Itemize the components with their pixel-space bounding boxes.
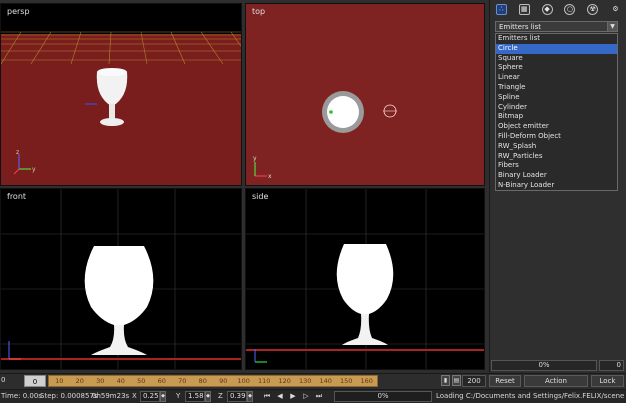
skip-end-icon[interactable]: ⏭ xyxy=(314,391,324,402)
list-item[interactable]: Binary Loader xyxy=(496,171,617,181)
timeline-icons: ▮ ▤ xyxy=(441,375,461,386)
viewport-side[interactable]: side xyxy=(245,188,485,370)
list-item[interactable]: Square xyxy=(496,54,617,64)
timeline-tick: 70 xyxy=(178,377,187,385)
status-step: Step: 0.000857s xyxy=(40,392,98,400)
timeline-tick: 30 xyxy=(96,377,105,385)
panel-progress: 0% xyxy=(491,360,597,371)
persp-scene: y z xyxy=(1,4,241,185)
axis-label-x: x xyxy=(268,173,272,180)
timeline-tick: 10 xyxy=(55,377,64,385)
grid-icon[interactable]: ▦ xyxy=(518,3,530,15)
reset-button[interactable]: Reset xyxy=(489,375,521,387)
simulation-progress: 0% xyxy=(334,391,432,402)
axis-label-y-top: y xyxy=(253,155,257,162)
realflow-app: persp y z top x y front side ∴ ▦ ◆ ○ ☢ ⚙… xyxy=(0,0,626,403)
y-label: Y xyxy=(176,392,181,400)
emitters-dropdown[interactable]: Emitters list ▼ xyxy=(495,21,618,32)
timeline-tick: 80 xyxy=(198,377,207,385)
list-item[interactable]: Emitters list xyxy=(496,34,617,44)
timeline-tick: 50 xyxy=(137,377,146,385)
list-item[interactable]: Bitmap xyxy=(496,112,617,122)
axis-label-z: z xyxy=(16,149,19,156)
glass-side xyxy=(336,244,394,345)
x-spinner-icon[interactable]: ◆ xyxy=(160,391,166,402)
timeline-tick: 110 xyxy=(258,377,271,385)
key-icon[interactable]: ▮ xyxy=(441,375,450,386)
z-field[interactable]: 0.39 xyxy=(227,391,247,402)
skip-start-icon[interactable]: ⏮ xyxy=(262,391,272,402)
x-label: X xyxy=(132,392,137,400)
status-elapsed: 0h59m23s xyxy=(92,392,130,400)
front-scene xyxy=(1,189,241,369)
viewport-label-persp: persp xyxy=(7,7,30,16)
timeline-tick: 60 xyxy=(157,377,166,385)
end-frame-field[interactable]: 200 xyxy=(462,375,486,387)
list-item[interactable]: Fibers xyxy=(496,161,617,171)
viewport-label-side: side xyxy=(252,192,269,201)
viewport-label-top: top xyxy=(252,7,266,16)
axis-gizmo-top xyxy=(254,162,267,177)
radiation-icon[interactable]: ☢ xyxy=(587,3,599,15)
glass-front xyxy=(84,246,154,355)
timeline-tick: 20 xyxy=(75,377,84,385)
timeline-track[interactable]: 10 20 30 40 50 60 70 80 90 100 110 120 130 140 150 160 xyxy=(48,375,378,387)
film-icon[interactable]: ▤ xyxy=(452,375,461,386)
x-field[interactable]: 0.25 xyxy=(140,391,160,402)
panel-count-field[interactable]: 0 xyxy=(599,360,624,371)
status-message: Loading C:/Documents and Settings/Felix.… xyxy=(436,392,624,400)
status-bar: Time: 0.00s Step: 0.000857s 0h59m23s X 0… xyxy=(0,389,626,403)
timeline-tick: 40 xyxy=(116,377,125,385)
particle-icon[interactable]: ∴ xyxy=(495,3,507,15)
timeline-tick: 120 xyxy=(278,377,291,385)
list-item[interactable]: Cylinder xyxy=(496,103,617,113)
action-button[interactable]: Action xyxy=(524,375,588,387)
y-field[interactable]: 1.58 xyxy=(185,391,205,402)
step-forward-icon[interactable]: ▷ xyxy=(301,391,311,402)
list-item[interactable]: N-Binary Loader xyxy=(496,181,617,190)
lock-button[interactable]: Lock xyxy=(591,375,624,387)
gear-icon[interactable]: ⚙ xyxy=(610,4,621,15)
status-time: Time: 0.00s xyxy=(1,392,42,400)
timeline-tick: 140 xyxy=(319,377,332,385)
viewport-top[interactable]: top x y xyxy=(245,3,485,186)
list-item[interactable]: Circle xyxy=(496,43,617,54)
y-spinner-icon[interactable]: ◆ xyxy=(205,391,211,402)
list-item[interactable]: Linear xyxy=(496,73,617,83)
list-item[interactable]: RW_Particles xyxy=(496,152,617,162)
panel-bottom: 0% 0 xyxy=(489,360,626,372)
chevron-down-icon[interactable]: ▼ xyxy=(607,22,617,31)
viewport-front[interactable]: front xyxy=(0,188,242,370)
timeline-tick: 130 xyxy=(299,377,312,385)
list-item[interactable]: Sphere xyxy=(496,63,617,73)
timeline-tick: 160 xyxy=(360,377,373,385)
list-item[interactable]: Spline xyxy=(496,93,617,103)
playback-controls: ⏮ ◀ ▶ ▷ ⏭ xyxy=(262,391,324,402)
current-frame-field[interactable]: 0 xyxy=(24,375,46,387)
z-label: Z xyxy=(218,392,223,400)
timeline-tick: 150 xyxy=(340,377,353,385)
play-icon[interactable]: ▶ xyxy=(288,391,298,402)
viewport-persp[interactable]: persp y z xyxy=(0,3,242,186)
side-scene xyxy=(246,189,484,369)
viewport-label-front: front xyxy=(7,192,27,201)
list-item[interactable]: Fill-Deform Object xyxy=(496,132,617,142)
timeline-start: 0 xyxy=(1,376,6,384)
list-item[interactable]: Object emitter xyxy=(496,122,617,132)
top-scene: x y xyxy=(253,91,397,180)
axis-label-y: y xyxy=(32,166,36,173)
z-spinner-icon[interactable]: ◆ xyxy=(247,391,253,402)
emitters-list[interactable]: Emitters list Circle Square Sphere Linear Tri… xyxy=(495,33,618,191)
shield-icon[interactable]: ◆ xyxy=(541,3,553,15)
list-item[interactable]: Triangle xyxy=(496,83,617,93)
timeline-tick: 100 xyxy=(237,377,250,385)
panel-toolbar: ∴ ▦ ◆ ○ ☢ ⚙ xyxy=(490,2,626,16)
timeline-tick: 90 xyxy=(219,377,228,385)
step-back-icon[interactable]: ◀ xyxy=(275,391,285,402)
timeline: 0 0 10 20 30 40 50 60 70 80 90 100 110 120 130 140 150… xyxy=(0,373,626,388)
dropdown-value: Emitters list xyxy=(499,22,542,31)
list-item[interactable]: RW_Splash xyxy=(496,142,617,152)
circle-icon[interactable]: ○ xyxy=(564,3,576,15)
emitters-panel: ∴ ▦ ◆ ○ ☢ ⚙ Emitters list ▼ Emitters lis… xyxy=(489,0,626,372)
